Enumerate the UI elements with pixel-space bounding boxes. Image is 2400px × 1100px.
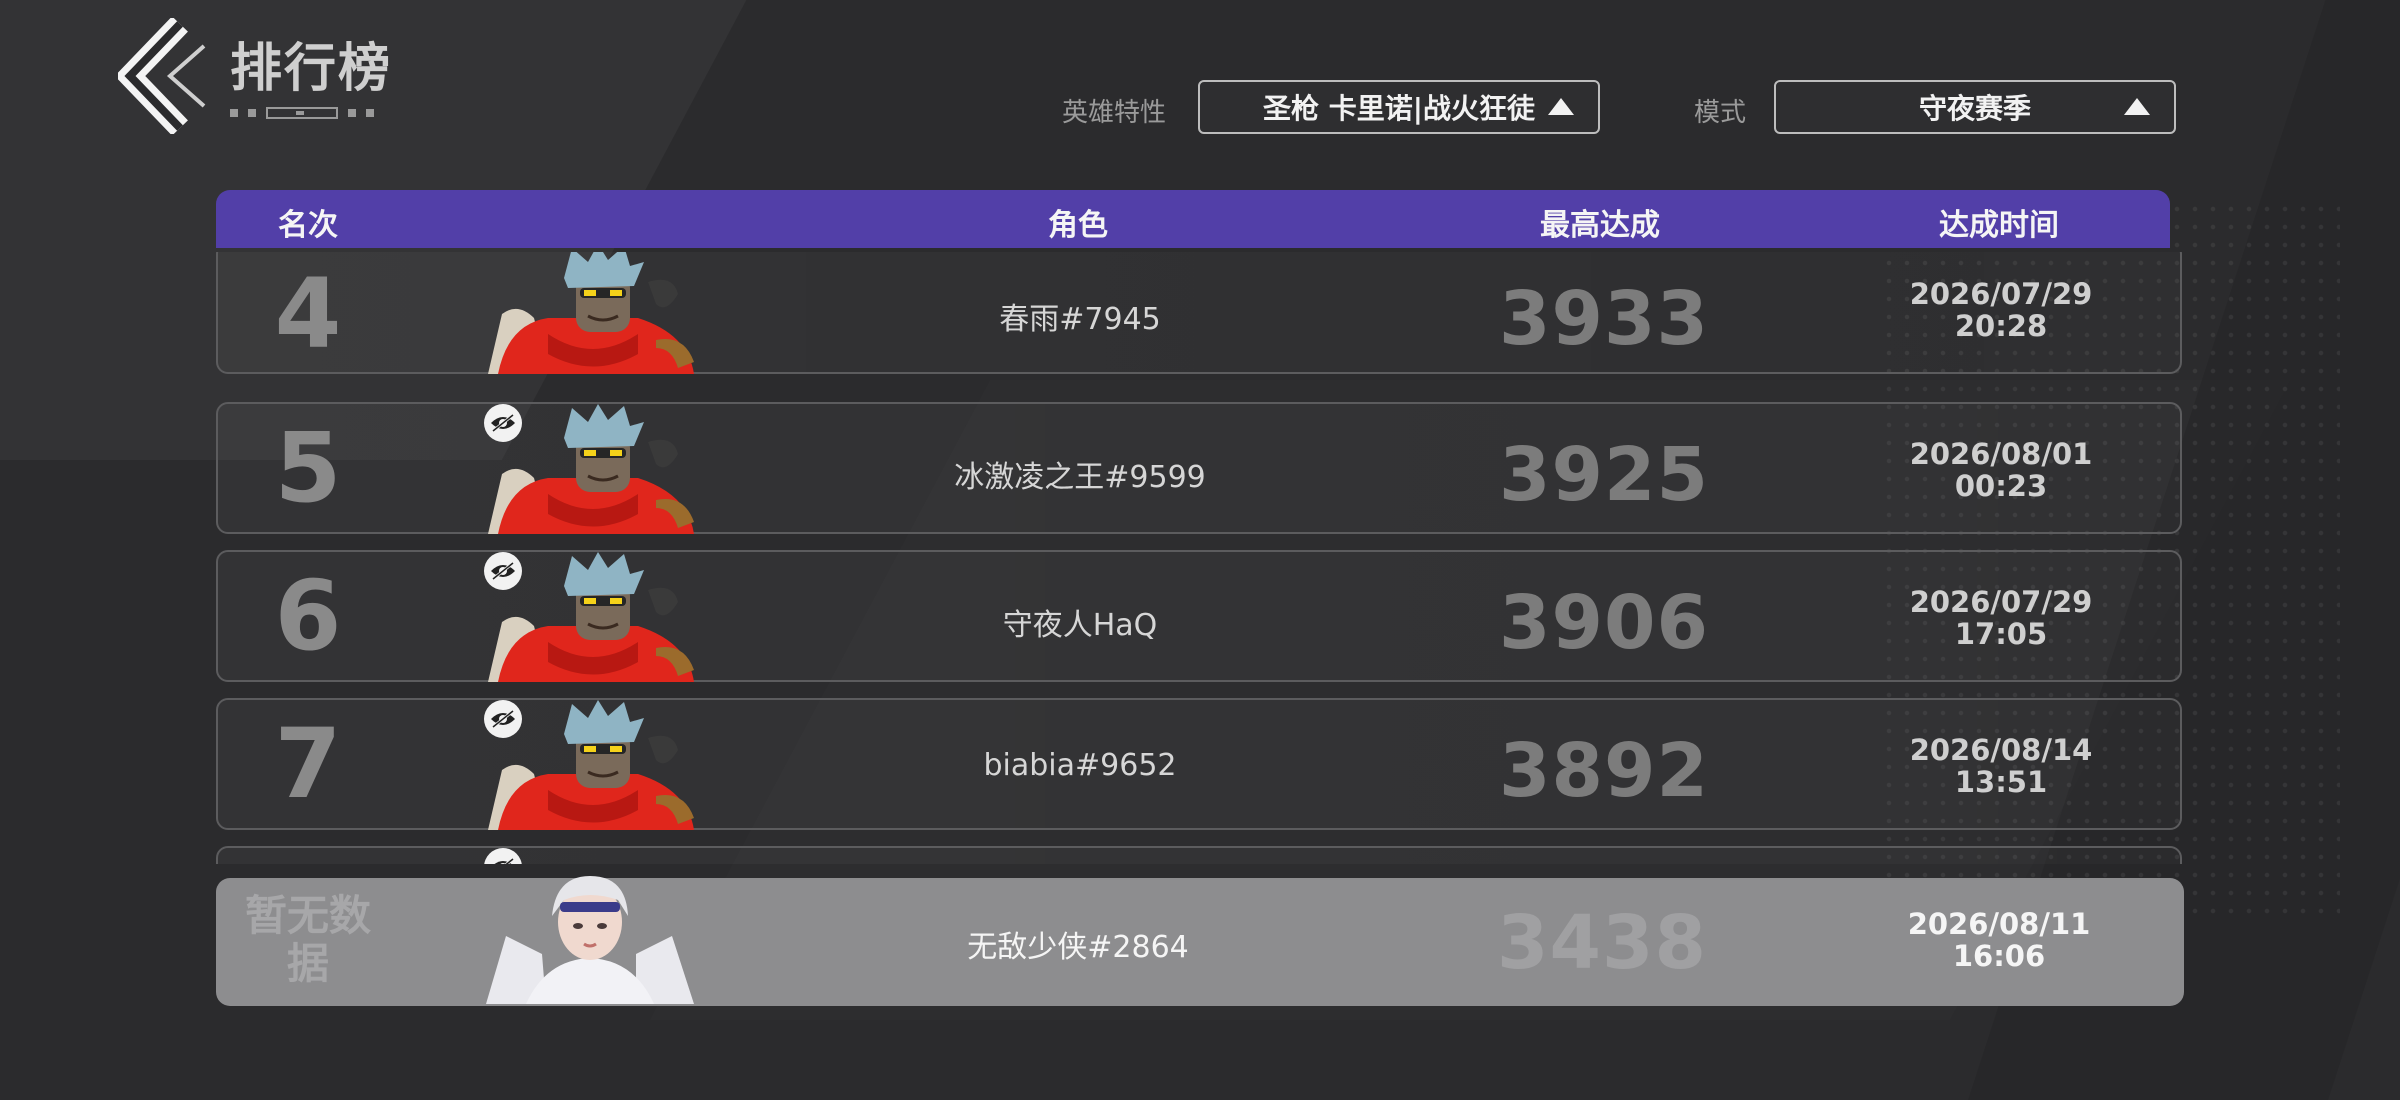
achieve-clock: 17:05 [1954, 617, 2048, 651]
eye-off-icon [484, 700, 522, 738]
my-achieve-time: 2026/08/11 16:06 [1908, 908, 2091, 972]
leaderboard-list[interactable]: 4 春雨#7945 3933 2026/07/29 20:28 5 冰激凌之王#… [216, 252, 2184, 864]
table-row[interactable]: 4 春雨#7945 3933 2026/07/29 20:28 [216, 252, 2182, 374]
mode-filter-label: 模式 [1694, 98, 1747, 128]
my-achieve-date: 2026/08/11 [1907, 907, 2091, 941]
eye-off-icon [484, 552, 522, 590]
my-rank-status: 暂无数据 [244, 891, 371, 988]
achieve-date: 2026/08/14 [1909, 733, 2093, 767]
achieve-date: 2026/07/29 [1909, 585, 2093, 619]
rank-number: 5 [274, 412, 342, 524]
my-player-name: 无敌少侠#2864 [967, 930, 1189, 965]
mode-dropdown[interactable]: 守夜赛季 [1774, 80, 2176, 134]
column-header-role: 角色 [1048, 208, 1108, 243]
table-header: 名次 角色 最高达成 达成时间 [216, 190, 2170, 248]
best-score: 3906 [1499, 580, 1709, 666]
eye-off-icon [484, 404, 522, 442]
page-title: 排行榜 [230, 39, 393, 99]
achieve-time: 2026/07/29 17:05 [1910, 586, 2093, 650]
achieve-time: 2026/08/14 13:51 [1910, 734, 2093, 798]
triangle-up-icon [2124, 98, 2150, 115]
title-decoration [230, 107, 392, 119]
rank-number: 7 [274, 708, 342, 820]
hero-trait-dropdown[interactable]: 圣枪 卡里诺|战火狂徒 [1198, 80, 1600, 134]
chevron-left-icon [114, 16, 206, 136]
player-name: 春雨#7945 [999, 302, 1161, 337]
achieve-clock: 20:28 [1954, 309, 2048, 343]
back-button[interactable] [114, 16, 210, 136]
best-score: 3925 [1499, 432, 1709, 518]
achieve-clock: 00:23 [1954, 469, 2048, 503]
triangle-up-icon [1548, 98, 1574, 115]
rank-number: 6 [274, 560, 342, 672]
achieve-date: 2026/08/01 [1909, 437, 2093, 471]
mode-value: 守夜赛季 [1918, 92, 2031, 125]
column-header-best: 最高达成 [1540, 208, 1660, 243]
rank-number: 4 [274, 258, 342, 370]
hero-filter-label: 英雄特性 [1062, 98, 1167, 128]
achieve-time: 2026/07/29 20:28 [1910, 278, 2093, 342]
column-header-time: 达成时间 [1939, 208, 2059, 243]
page-header: 排行榜 [230, 26, 392, 119]
column-header-rank: 名次 [278, 208, 338, 243]
hero-trait-value: 圣枪 卡里诺|战火狂徒 [1263, 92, 1535, 125]
table-row[interactable]: 7 biabia#9652 3892 2026/08/14 13:51 [216, 698, 2182, 830]
my-hero-avatar [486, 876, 696, 1006]
player-name: 冰激凌之王#9599 [954, 460, 1206, 495]
achieve-date: 2026/07/29 [1909, 277, 2093, 311]
achieve-clock: 13:51 [1954, 765, 2048, 799]
hero-avatar [488, 252, 698, 374]
eye-off-icon [484, 848, 522, 864]
table-row[interactable]: 5 冰激凌之王#9599 3925 2026/08/01 00:23 [216, 402, 2182, 534]
my-rank-row[interactable]: 暂无数据 无敌少侠#2864 3438 2026/08/11 16:06 [216, 876, 2184, 1006]
best-score: 3933 [1499, 276, 1709, 362]
table-row[interactable]: 6 守夜人HaQ 3906 2026/07/29 17:05 [216, 550, 2182, 682]
my-best-score: 3438 [1497, 900, 1707, 986]
achieve-time: 2026/08/01 00:23 [1910, 438, 2093, 502]
player-name: 守夜人HaQ [1002, 608, 1158, 643]
player-name: biabia#9652 [983, 748, 1177, 783]
my-achieve-clock: 16:06 [1952, 939, 2046, 973]
best-score: 3892 [1499, 728, 1709, 814]
table-row[interactable] [216, 846, 2182, 864]
